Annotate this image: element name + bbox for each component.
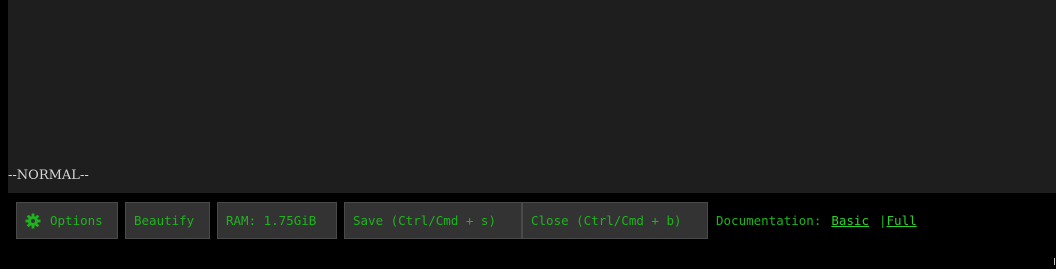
- full-docs-link[interactable]: Full: [887, 213, 917, 228]
- save-button[interactable]: Save (Ctrl/Cmd + s): [344, 202, 522, 239]
- ram-usage-indicator: RAM: 1.75GiB: [217, 202, 337, 239]
- options-label: Options: [50, 213, 103, 228]
- options-button[interactable]: Options: [16, 202, 118, 239]
- vim-mode-indicator: --NORMAL--: [8, 168, 89, 183]
- docs-separator: |: [879, 213, 887, 228]
- gear-icon: [25, 213, 41, 229]
- close-label: Close (Ctrl/Cmd + b): [531, 213, 682, 228]
- script-editor-window: --NORMAL-- Options Beautify RAM: 1.75GiB…: [0, 0, 1056, 269]
- basic-docs-link[interactable]: Basic: [831, 213, 869, 228]
- beautify-button[interactable]: Beautify: [125, 202, 210, 239]
- close-button[interactable]: Close (Ctrl/Cmd + b): [522, 202, 708, 239]
- ram-label: RAM: 1.75GiB: [226, 213, 317, 228]
- code-editor-area[interactable]: [8, 0, 1056, 193]
- documentation-links: Documentation: Basic | Full: [716, 213, 917, 228]
- beautify-label: Beautify: [134, 213, 195, 228]
- editor-toolbar: Options Beautify RAM: 1.75GiB Save (Ctrl…: [16, 202, 917, 239]
- save-label: Save (Ctrl/Cmd + s): [353, 213, 496, 228]
- documentation-label: Documentation:: [716, 213, 822, 228]
